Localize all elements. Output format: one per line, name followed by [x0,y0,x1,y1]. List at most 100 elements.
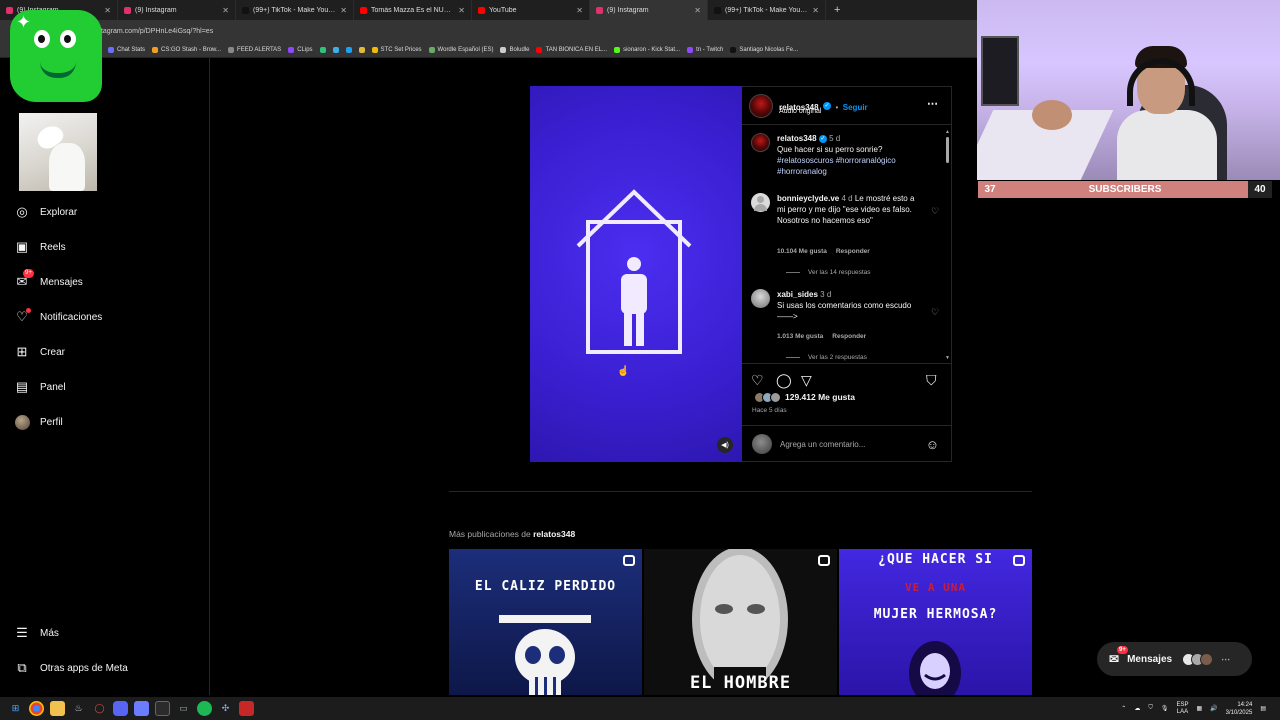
notifications-icon[interactable]: ▤ [1260,705,1266,712]
commenter-avatar[interactable] [751,289,770,308]
tab-title[interactable]: (9) Instagram [607,7,690,14]
tab-title[interactable]: Tomás Mazza Es el NUEVO Ya... [371,7,454,14]
emoji-picker-icon[interactable]: ☺ [926,437,939,452]
tab-title[interactable]: (99+) TikTok - Make Your Day [725,7,808,14]
bookmark-label[interactable]: Wordle Español (ES) [438,47,494,53]
bookmark-item[interactable]: Chat Stats [108,46,145,53]
sidebar-item-crear[interactable]: ⊞ Crear [14,344,65,360]
bookmark-item[interactable]: CS:GO Stash - Brow... [152,46,221,53]
post-thumbnail[interactable]: ¿QUE HACER SI VE A UNA MUJER HERMOSA? [839,549,1032,695]
caption-avatar[interactable] [751,133,770,152]
bookmark-item[interactable]: FEED ALERTAS [228,46,281,53]
chevron-up-icon[interactable]: ⌃ [1121,705,1126,712]
app-icon[interactable] [239,701,254,716]
tab-title[interactable]: (9) Instagram [135,7,218,14]
comment-like-icon[interactable]: ♡ [931,206,939,217]
bookmark-label[interactable]: tn - Twitch [696,47,723,53]
bookmark-label[interactable]: STC Set Prices [381,47,422,53]
comment-icon[interactable]: ◯ [776,372,792,389]
bookmark-item[interactable] [345,46,352,53]
close-tab-icon[interactable]: ✕ [576,6,583,15]
likes-count[interactable]: 129.412 Me gusta [785,392,855,402]
browser-tab[interactable]: (99+) TikTok - Make Your Day ✕ [708,0,826,20]
bookmark-item[interactable]: tn - Twitch [687,46,723,53]
comment-username[interactable]: xabi_sides [777,290,818,299]
new-tab-button[interactable]: + [826,4,848,16]
address-bar[interactable]: instagram.com/p/DPHnLe4iGsq/?hl=es [0,20,977,42]
windows-start-icon[interactable]: ⊞ [8,701,23,716]
bookmark-item[interactable] [332,46,339,53]
cloud-icon[interactable]: ☁ [1134,705,1140,712]
bookmark-label[interactable]: CLips [297,47,312,53]
scroll-down-icon[interactable]: ▼ [945,355,950,361]
bookmark-label[interactable]: Boludle [509,47,529,53]
reply-button[interactable]: Responder [836,248,870,255]
bookmark-label[interactable]: CS:GO Stash - Brow... [161,47,221,53]
close-tab-icon[interactable]: ✕ [694,6,701,15]
chrome-icon[interactable] [29,701,44,716]
comments-scrollbar[interactable]: ▲ ▼ [945,129,950,361]
file-explorer-icon[interactable] [50,701,65,716]
author-avatar[interactable] [749,94,773,118]
bookmark-item[interactable]: TAN BIONICA EN EL... [536,46,607,53]
sidebar-item-more[interactable]: ☰ Más [14,625,59,641]
scrollbar-thumb[interactable] [946,137,949,163]
post-thumbnail[interactable]: EL CALIZ PERDIDO [449,549,642,695]
clock[interactable]: 14:24 3/10/2025 [1226,701,1253,717]
close-tab-icon[interactable]: ✕ [458,6,465,15]
opera-icon[interactable]: ◯ [92,701,107,716]
comment-likes[interactable]: 10.104 Me gusta [777,248,827,255]
browser-tab[interactable]: YouTube ✕ [472,0,590,20]
scroll-up-icon[interactable]: ▲ [945,129,950,135]
browser-tab[interactable]: (9) Instagram ✕ [118,0,236,20]
volume-icon[interactable]: 🔊 [1210,705,1217,712]
bookmark-icon[interactable]: ⛉ [926,372,937,389]
close-tab-icon[interactable]: ✕ [222,6,229,15]
browser-tab[interactable]: Tomás Mazza Es el NUEVO Ya... ✕ [354,0,472,20]
network-icon[interactable]: ▦ [1196,705,1202,712]
close-tab-icon[interactable]: ✕ [340,6,347,15]
bookmark-item[interactable]: Santiago Nicolas Fe... [730,46,798,53]
commenter-avatar[interactable] [751,193,770,212]
bookmark-item[interactable]: sionaron - Kick Stat... [614,46,680,53]
shield-icon[interactable]: ⛉ [1148,705,1153,712]
comment-input[interactable]: Agrega un comentario... [780,440,918,449]
view-replies[interactable]: Ver las 2 respuestas [786,354,867,361]
browser-tab[interactable]: (99+) TikTok - Make Your Day ✕ [236,0,354,20]
discord-icon[interactable] [113,701,128,716]
app-icon[interactable] [134,701,149,716]
bookmark-label[interactable]: Santiago Nicolas Fe... [739,47,798,53]
sidebar-item-mensajes[interactable]: ✉ 9+ Mensajes [14,269,83,290]
post-video[interactable] [530,86,742,462]
close-tab-icon[interactable]: ✕ [104,6,111,15]
tab-title[interactable]: (99+) TikTok - Make Your Day [253,7,336,14]
bookmark-item[interactable]: STC Set Prices [371,46,422,53]
bookmark-item[interactable]: CLips [288,46,313,53]
tab-title[interactable]: YouTube [489,7,572,14]
comment-like-icon[interactable]: ♡ [931,307,939,318]
bookmark-label[interactable]: sionaron - Kick Stat... [623,47,680,53]
close-tab-icon[interactable]: ✕ [812,6,819,15]
bookmark-item[interactable]: Boludle [500,46,529,53]
microphone-icon[interactable]: 🎙 [1161,705,1169,712]
spotify-icon[interactable] [197,701,212,716]
obs-icon[interactable] [155,701,170,716]
reply-button[interactable]: Responder [832,333,866,340]
caption-username[interactable]: relatos348 [777,134,817,143]
browser-tab[interactable]: (9) Instagram ✕ [590,0,708,20]
post-thumbnail[interactable]: EL HOMBRE [644,549,837,695]
audio-label[interactable]: Audio original [779,108,821,115]
more-options-icon[interactable]: ⋯ [927,97,938,110]
sidebar-item-explorar[interactable]: ◎ Explorar [14,204,77,220]
steam-icon[interactable]: ♨ [71,701,86,716]
bookmark-item[interactable] [319,46,326,53]
share-icon[interactable]: ▽ [801,372,812,389]
comment-username[interactable]: bonnieyclyde.ve [777,194,839,203]
volume-icon[interactable]: ◀) [717,437,733,453]
language-indicator[interactable]: ESP LAA [1176,702,1188,716]
like-icon[interactable]: ♡ [751,372,764,389]
bookmark-label[interactable]: Chat Stats [117,47,145,53]
network-app-icon[interactable]: ✣ [218,701,233,716]
bookmark-item[interactable]: Wordle Español (ES) [428,46,494,53]
more-posts-user[interactable]: relatos348 [533,529,575,539]
